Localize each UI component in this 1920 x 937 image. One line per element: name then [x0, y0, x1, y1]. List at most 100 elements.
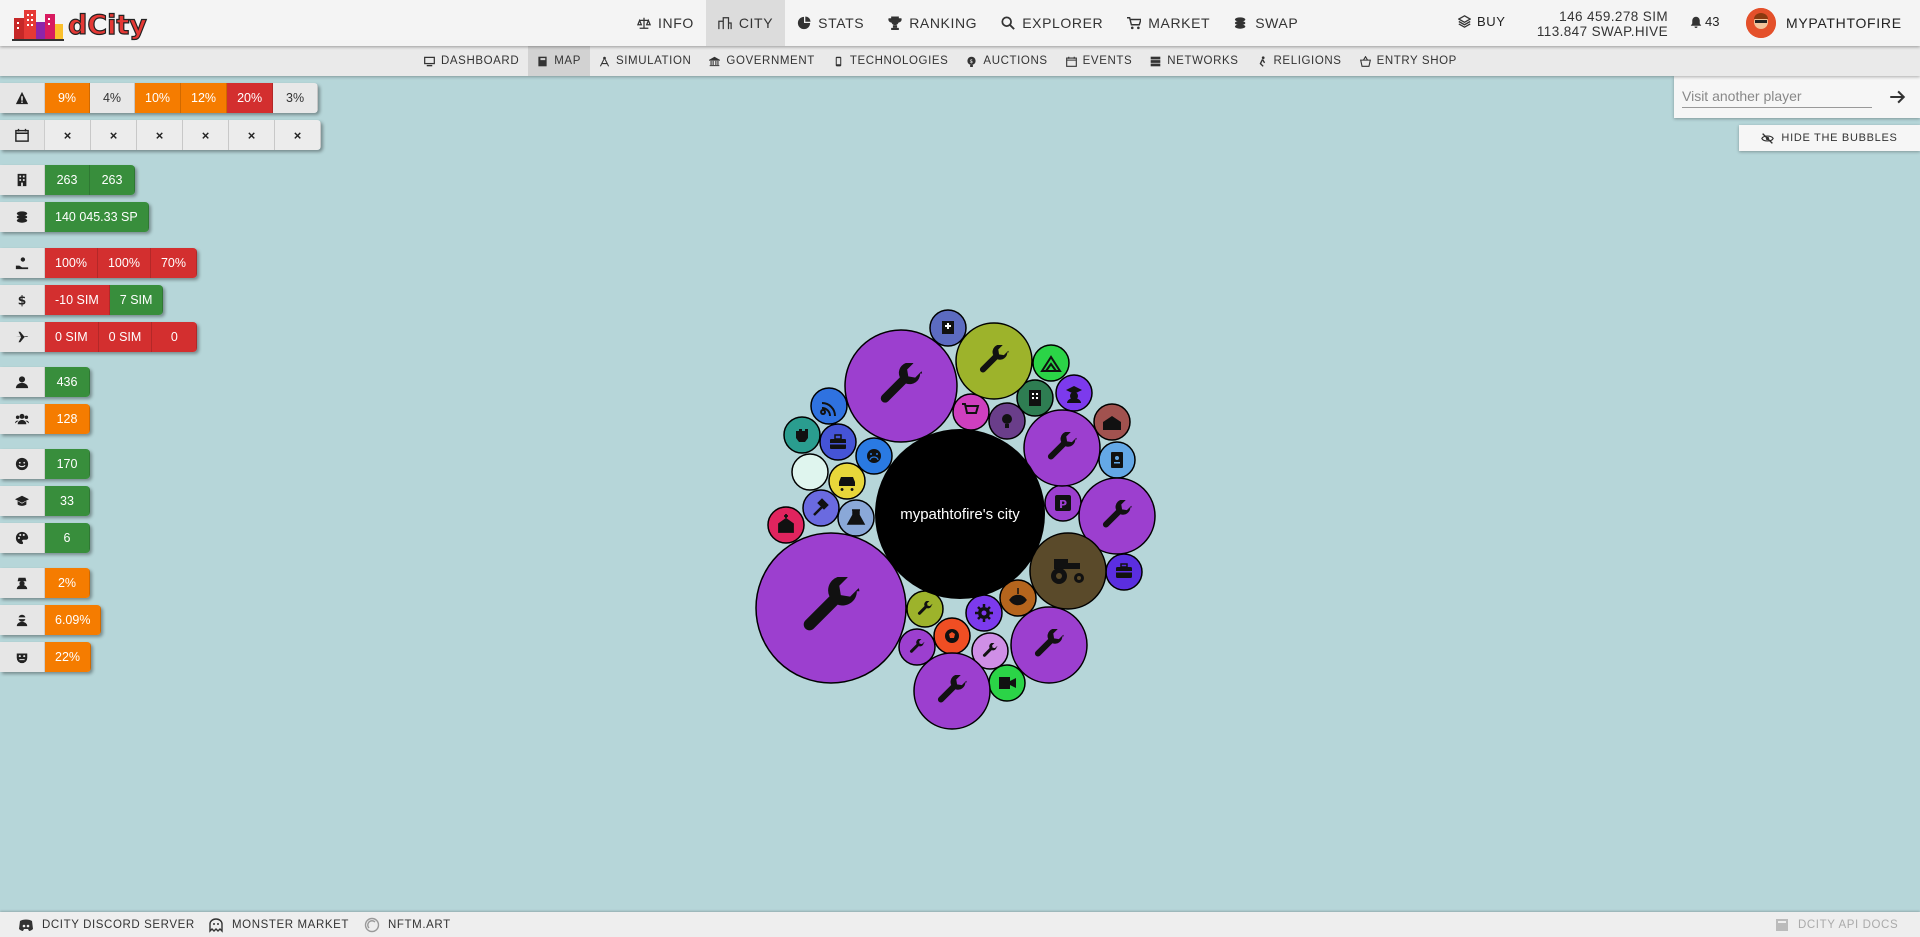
- income-row: $ -10 SIM 7 SIM: [0, 285, 164, 315]
- tab-map[interactable]: MAP: [528, 46, 590, 76]
- tab-technologies[interactable]: TECHNOLOGIES: [824, 46, 958, 76]
- nftm-label: NFTM.ART: [388, 918, 451, 931]
- tab-technologies-label: TECHNOLOGIES: [849, 55, 949, 67]
- balance-sim: 146 459.278 SIM: [1559, 9, 1668, 24]
- income-earned[interactable]: 7 SIM: [109, 285, 164, 315]
- education-value[interactable]: 33: [45, 486, 90, 516]
- svg-text:$: $: [18, 293, 27, 307]
- tab-entry-shop[interactable]: ENTRY SHOP: [1351, 46, 1466, 76]
- hide-bubbles-button[interactable]: HIDE THE BUBBLES: [1739, 125, 1920, 151]
- nav-market[interactable]: MARKET: [1115, 0, 1222, 46]
- monster-market-label: MONSTER MARKET: [232, 918, 350, 931]
- notifications-button[interactable]: 43: [1690, 14, 1719, 29]
- ratio-value[interactable]: 100%: [45, 248, 98, 278]
- ratio-value[interactable]: 70%: [150, 248, 197, 278]
- warning-icon: [15, 91, 29, 105]
- event-slot[interactable]: ×: [275, 120, 321, 150]
- building-icon: [1029, 390, 1041, 406]
- mobile-icon: [835, 56, 842, 66]
- creativity-value[interactable]: 6: [45, 523, 90, 553]
- coins-icon: [16, 211, 28, 223]
- happiness-value[interactable]: 170: [45, 449, 90, 479]
- mask-icon: [16, 653, 28, 664]
- unemployment-value[interactable]: 2%: [45, 568, 90, 598]
- circle-icon: [364, 917, 380, 932]
- tourism-value[interactable]: 0: [152, 322, 198, 352]
- buildings-max[interactable]: 263: [90, 165, 135, 195]
- tourism-value[interactable]: 0 SIM: [98, 322, 153, 352]
- svg-text:P: P: [1059, 498, 1067, 511]
- nav-swap[interactable]: SWAP: [1222, 0, 1310, 46]
- sad-face-icon: [867, 449, 881, 463]
- pollution-value[interactable]: 22%: [45, 642, 92, 672]
- user-secret-icon: [16, 577, 28, 590]
- risk-value[interactable]: 20%: [227, 83, 274, 113]
- compass-icon: [599, 56, 610, 67]
- nav-ranking[interactable]: RANKING: [876, 0, 989, 46]
- search-icon: [1001, 16, 1015, 30]
- api-docs-label: DCITY API DOCS: [1798, 918, 1899, 931]
- nav-market-label: MARKET: [1148, 15, 1211, 31]
- event-slot[interactable]: ×: [229, 120, 275, 150]
- workers-row: 128: [0, 404, 90, 434]
- tab-dashboard[interactable]: DASHBOARD: [415, 46, 528, 76]
- creativity-row: 6: [0, 523, 90, 553]
- graduation-icon: [15, 495, 29, 506]
- nav-explorer[interactable]: EXPLORER: [989, 0, 1115, 46]
- empty-bubble[interactable]: [791, 453, 829, 491]
- dcity-logo[interactable]: dCity: [12, 4, 172, 42]
- unemployment-row: 2%: [0, 568, 90, 598]
- pie-chart-icon: [798, 16, 811, 30]
- visit-player-panel: [1674, 76, 1920, 118]
- event-slot[interactable]: ×: [91, 120, 137, 150]
- population-value[interactable]: 436: [45, 367, 90, 397]
- palette-icon: [15, 531, 29, 545]
- event-slot[interactable]: ×: [45, 120, 91, 150]
- happiness-row: 170: [0, 449, 90, 479]
- visit-player-input[interactable]: [1682, 84, 1872, 108]
- pollution-row: 22%: [0, 642, 92, 672]
- nav-info[interactable]: INFO: [625, 0, 706, 46]
- discord-link[interactable]: DCITY DISCORD SERVER: [18, 912, 195, 937]
- risk-value[interactable]: 10%: [135, 83, 182, 113]
- building-icon: [17, 173, 27, 187]
- dollar-icon: $: [18, 293, 27, 307]
- event-slot[interactable]: ×: [183, 120, 229, 150]
- hammer-icon: $: [967, 56, 977, 67]
- tractor-bubble[interactable]: [1029, 532, 1107, 610]
- monster-market-link[interactable]: MONSTER MARKET: [208, 912, 349, 937]
- tab-simulation[interactable]: SIMULATION: [590, 46, 700, 76]
- bell-icon: [1690, 16, 1702, 28]
- steem-power[interactable]: 140 045.33 SP: [45, 202, 149, 232]
- nav-city[interactable]: CITY: [705, 0, 786, 46]
- user-menu[interactable]: MYPATHTOFIRE: [1746, 8, 1902, 38]
- nftm-link[interactable]: NFTM.ART: [364, 912, 451, 937]
- event-slot[interactable]: ×: [137, 120, 183, 150]
- tab-auctions[interactable]: $ AUCTIONS: [957, 46, 1056, 76]
- arrow-right-icon[interactable]: [1888, 88, 1906, 106]
- top-bar: dCity INFO CITY STATS RANKING EXPLORER M…: [0, 0, 1920, 46]
- buy-label: BUY: [1477, 14, 1506, 29]
- tab-events[interactable]: EVENTS: [1057, 46, 1142, 76]
- workers-value[interactable]: 128: [45, 404, 90, 434]
- username: MYPATHTOFIRE: [1786, 15, 1902, 31]
- buy-button[interactable]: BUY: [1458, 14, 1506, 29]
- risk-value[interactable]: 4%: [90, 83, 135, 113]
- buildings-count[interactable]: 263: [45, 165, 90, 195]
- crime-value[interactable]: 6.09%: [45, 605, 102, 635]
- notification-count: 43: [1705, 14, 1720, 29]
- nav-stats[interactable]: STATS: [785, 0, 876, 46]
- tab-networks[interactable]: NETWORKS: [1141, 46, 1247, 76]
- income-expense[interactable]: -10 SIM: [45, 285, 110, 315]
- ratio-value[interactable]: 100%: [97, 248, 151, 278]
- api-docs-link[interactable]: DCITY API DOCS: [1774, 912, 1898, 937]
- courthouse-icon: [709, 56, 721, 66]
- city-name-label: mypathtofire's city: [900, 506, 1020, 523]
- risk-value[interactable]: 9%: [45, 83, 90, 113]
- tab-government[interactable]: GOVERNMENT: [700, 46, 823, 76]
- avatar: [1746, 8, 1776, 38]
- risk-value[interactable]: 12%: [181, 83, 228, 113]
- risk-value[interactable]: 3%: [273, 83, 319, 113]
- tourism-value[interactable]: 0 SIM: [45, 322, 99, 352]
- tab-religions[interactable]: RELIGIONS: [1248, 46, 1351, 76]
